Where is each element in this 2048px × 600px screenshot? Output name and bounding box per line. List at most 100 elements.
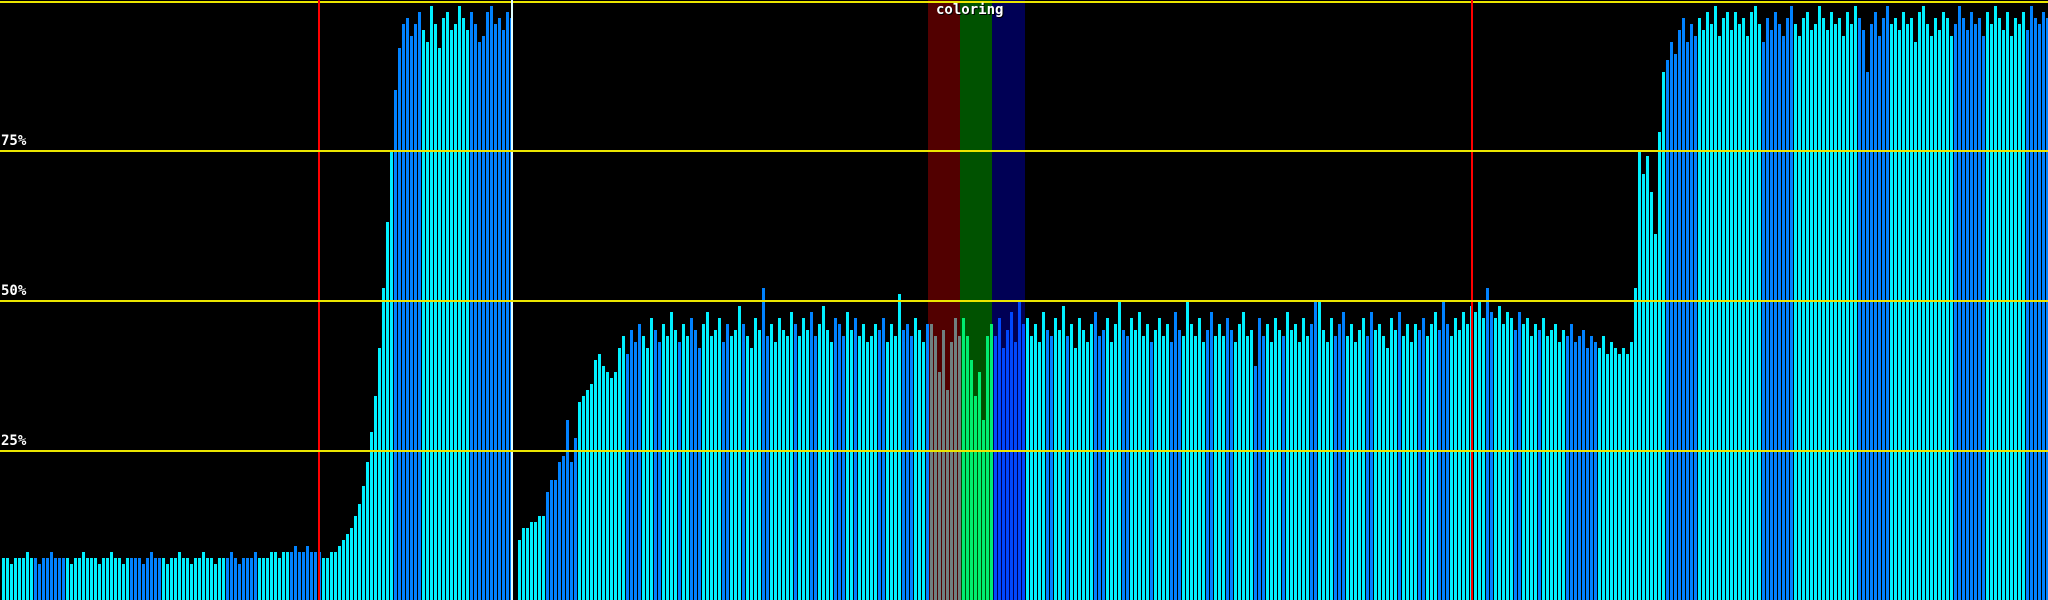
histogram-bar [1570, 324, 1573, 600]
histogram-bar [1742, 18, 1745, 600]
histogram-bar [1574, 342, 1577, 600]
histogram-bar [262, 558, 265, 600]
histogram-bar [1526, 318, 1529, 600]
histogram-bar [942, 330, 945, 600]
histogram-bar [850, 330, 853, 600]
histogram-bar [2034, 18, 2037, 600]
histogram-bar [722, 342, 725, 600]
histogram-bar [1946, 18, 1949, 600]
histogram-bar [958, 336, 961, 600]
histogram-bar [1002, 348, 1005, 600]
histogram-bar [490, 6, 493, 600]
histogram-bar [422, 30, 425, 600]
histogram-bar [1626, 354, 1629, 600]
histogram-bar [750, 348, 753, 600]
histogram-bar [390, 150, 393, 600]
histogram-bar [1286, 312, 1289, 600]
histogram-bar [598, 354, 601, 600]
histogram-bar [34, 558, 37, 600]
histogram-bar [298, 552, 301, 600]
histogram-bar [50, 552, 53, 600]
histogram-bar [1606, 354, 1609, 600]
histogram-bar [330, 552, 333, 600]
histogram-bar [882, 318, 885, 600]
histogram-bar [730, 336, 733, 600]
histogram-bar [1726, 12, 1729, 600]
histogram-bar [1646, 156, 1649, 600]
histogram-bar [286, 552, 289, 600]
histogram-bar [610, 378, 613, 600]
histogram-bar [1650, 192, 1653, 600]
histogram-bar [98, 564, 101, 600]
histogram-bar [66, 558, 69, 600]
histogram-bar [1258, 318, 1261, 600]
histogram-bar [566, 420, 569, 600]
histogram-bar [654, 330, 657, 600]
histogram-bar [18, 558, 21, 600]
histogram-bar [1686, 42, 1689, 600]
histogram-bar [1802, 18, 1805, 600]
histogram-bar [550, 480, 553, 600]
histogram-bar [1714, 6, 1717, 600]
histogram-bar [226, 558, 229, 600]
histogram-bar [1750, 12, 1753, 600]
histogram-bar [242, 558, 245, 600]
histogram-bar [398, 48, 401, 600]
histogram-bar [1562, 330, 1565, 600]
histogram-bar [818, 324, 821, 600]
histogram-bar [1966, 30, 1969, 600]
histogram-bar [746, 336, 749, 600]
histogram-bar [774, 342, 777, 600]
histogram-bar [1050, 336, 1053, 600]
histogram-bar [1174, 312, 1177, 600]
histogram-bar [770, 324, 773, 600]
histogram-bar [1838, 18, 1841, 600]
histogram-bar [1834, 24, 1837, 600]
histogram-bar [366, 462, 369, 600]
histogram-bar [546, 492, 549, 600]
histogram-bar [1542, 318, 1545, 600]
histogram-bar [830, 342, 833, 600]
histogram-bar [890, 324, 893, 600]
histogram-bar [1374, 330, 1377, 600]
histogram-bar [1130, 318, 1133, 600]
histogram-bar [762, 288, 765, 600]
histogram-bar [1438, 330, 1441, 600]
histogram-bar [2018, 24, 2021, 600]
histogram-bar [1022, 324, 1025, 600]
histogram-bar [1418, 330, 1421, 600]
histogram-bar [974, 396, 977, 600]
histogram-bar [1874, 12, 1877, 600]
histogram-bar [806, 330, 809, 600]
histogram-bar [666, 336, 669, 600]
histogram-bar [1370, 312, 1373, 600]
histogram-bar [718, 318, 721, 600]
histogram-bar [522, 528, 525, 600]
histogram-bar [642, 336, 645, 600]
histogram-bar [1582, 330, 1585, 600]
histogram-bar [1222, 336, 1225, 600]
histogram-bar [1282, 336, 1285, 600]
histogram-bar [10, 564, 13, 600]
histogram-bar [1678, 30, 1681, 600]
histogram-bar [754, 318, 757, 600]
histogram-bar [38, 564, 41, 600]
histogram-bar [1810, 30, 1813, 600]
histogram-bar [1014, 342, 1017, 600]
histogram-bar [1938, 30, 1941, 600]
histogram-bar [1510, 318, 1513, 600]
histogram-bar [646, 348, 649, 600]
histogram-bar [674, 330, 677, 600]
histogram-bar [1346, 336, 1349, 600]
histogram-bar [1138, 312, 1141, 600]
histogram-bar [1538, 330, 1541, 600]
histogram-bar [978, 372, 981, 600]
histogram-bar [1466, 324, 1469, 600]
histogram-bar [1990, 24, 1993, 600]
histogram-bar [1074, 348, 1077, 600]
coloring-legend-label: coloring [936, 3, 1003, 18]
histogram-bar [1598, 348, 1601, 600]
histogram-bar [990, 324, 993, 600]
histogram-bar [86, 558, 89, 600]
histogram-bar [854, 318, 857, 600]
